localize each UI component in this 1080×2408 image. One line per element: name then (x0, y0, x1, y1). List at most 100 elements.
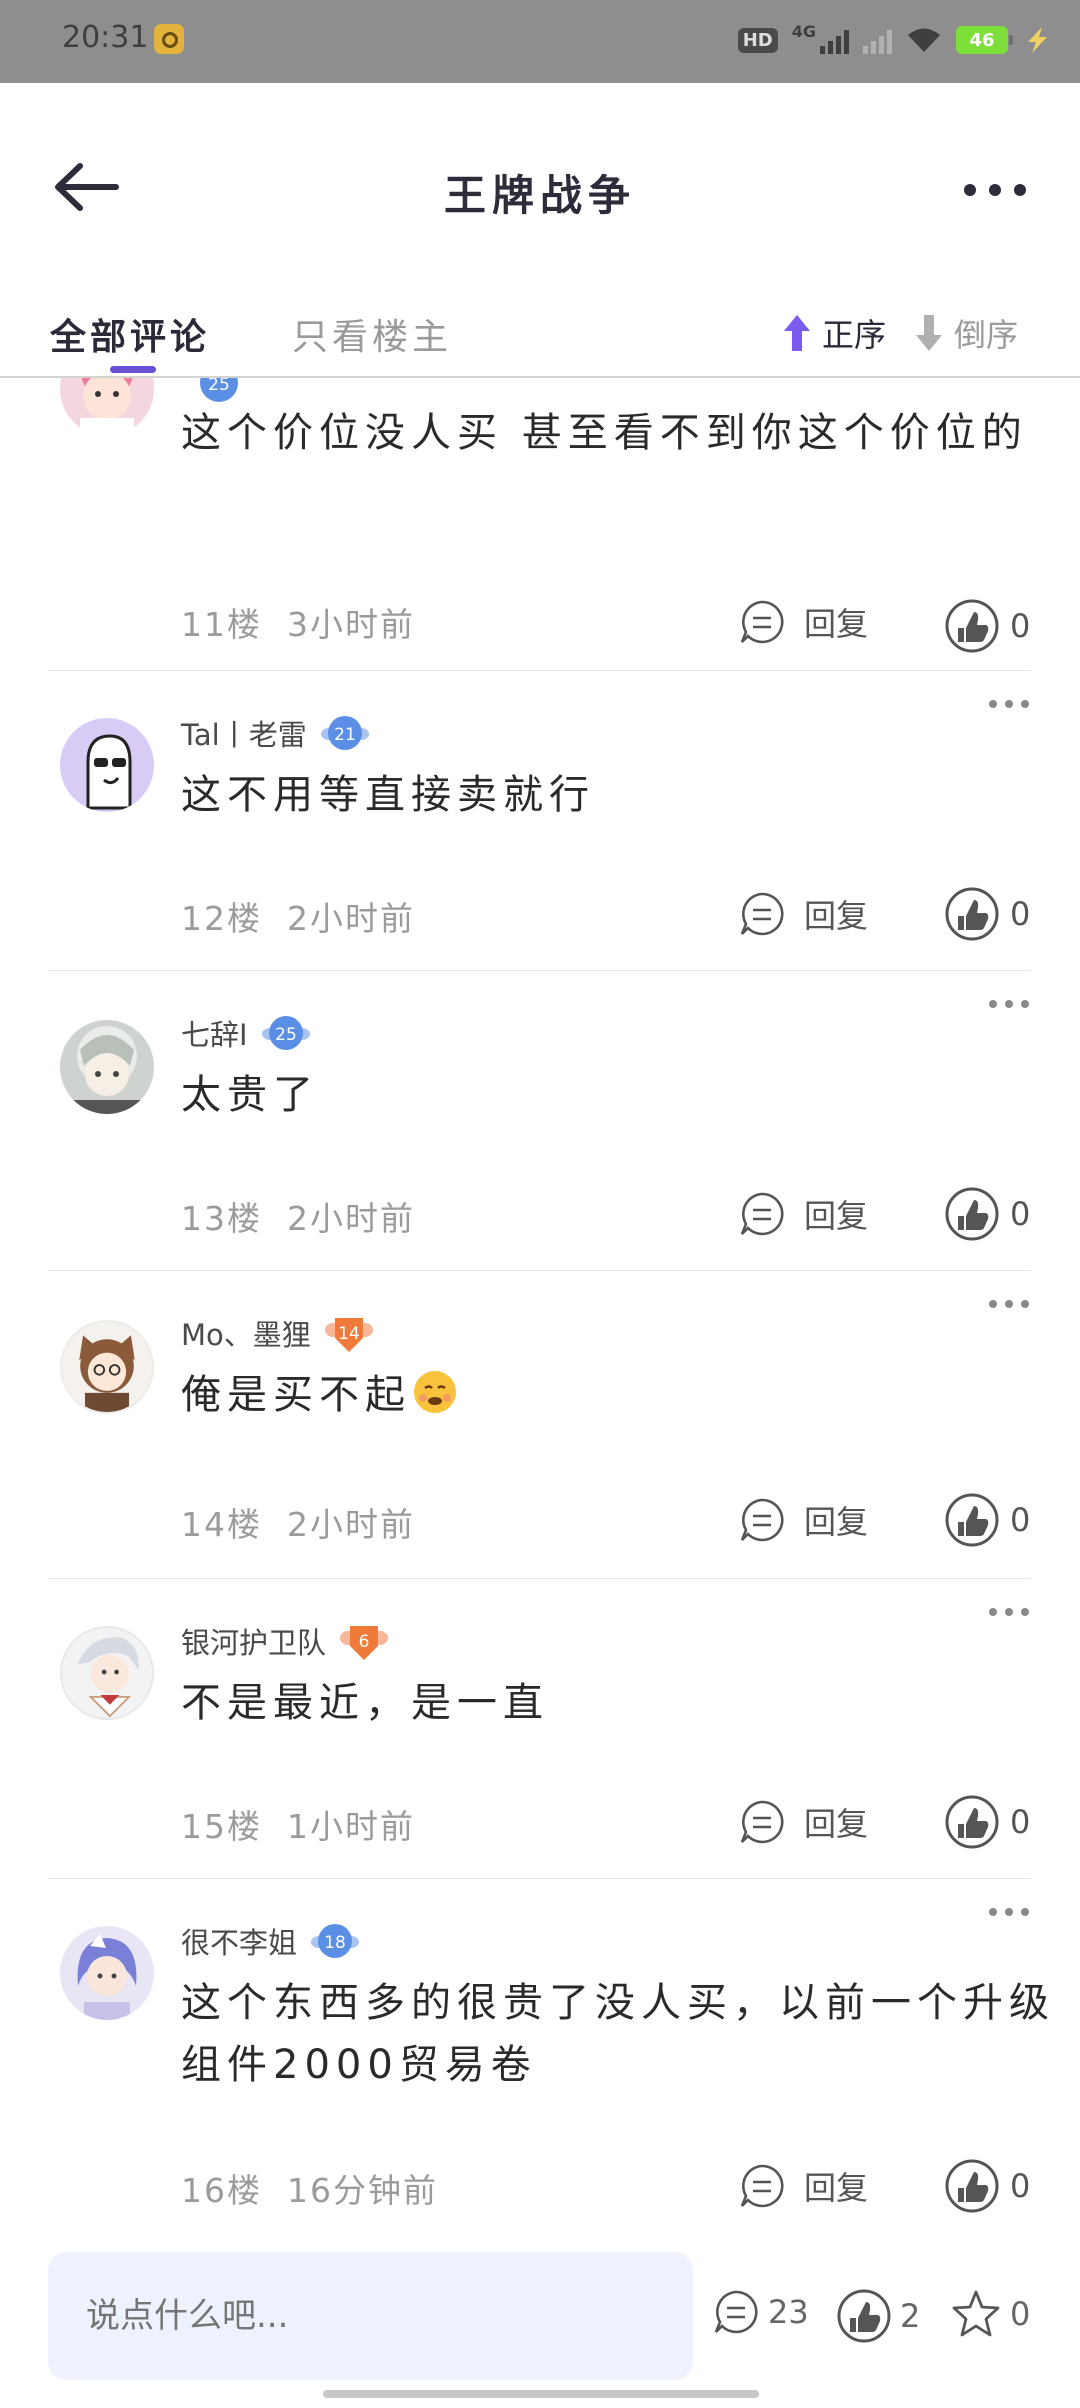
thumbs-up-icon (945, 1795, 999, 1849)
post-time: 2小时前 (286, 1505, 415, 1544)
floor-number: 13楼 (181, 1199, 262, 1238)
comment-text: 这个东西多的很贵了没人买，以前一个升级组件2000贸易卷 (181, 1980, 1055, 2088)
level-badge-icon: 6 (340, 1626, 389, 1660)
comment-more-icon[interactable] (987, 694, 1031, 714)
reply-button[interactable]: 回复 (738, 598, 868, 646)
star-icon (952, 2290, 1000, 2337)
floor-number: 14楼 (181, 1505, 262, 1544)
level-number: 21 (334, 725, 356, 745)
battery-icon: 46 (956, 26, 1013, 54)
comment-icon (714, 2290, 758, 2334)
comment-text: 不是最近，是一直 (181, 1680, 549, 1726)
post-time: 16分钟前 (286, 2171, 438, 2210)
comment-more-icon[interactable] (987, 1902, 1031, 1922)
user-avatar[interactable] (60, 1320, 154, 1414)
reply-label: 回复 (804, 1805, 869, 1843)
reply-button[interactable]: 回复 (738, 1496, 868, 1544)
like-button[interactable]: 0 (944, 886, 1030, 942)
app-notification-icon (154, 24, 184, 54)
more-horizontal-icon[interactable] (960, 170, 1030, 210)
sort-descending-button[interactable]: 倒序 (912, 310, 1018, 356)
username-row: 七辞I 25 (181, 1010, 310, 1056)
thumbs-up-icon (945, 887, 999, 941)
comment-item: 七辞I 25 太贵了 13楼 2小时前 回复 0 (48, 970, 1031, 1271)
reply-label: 回复 (804, 1197, 869, 1235)
status-time: 20:31 (62, 20, 149, 55)
like-button[interactable]: 0 (944, 1186, 1030, 1242)
comment-text: 太贵了 (181, 1072, 319, 1118)
app-header: 王牌战争 (0, 84, 1080, 234)
user-avatar[interactable] (60, 718, 154, 812)
network-type: 4G (791, 21, 816, 41)
comment-more-icon[interactable] (987, 994, 1031, 1014)
reply-button[interactable]: 回复 (738, 2162, 868, 2210)
comment-input[interactable] (48, 2252, 693, 2380)
post-time: 3小时前 (286, 605, 415, 644)
home-indicator[interactable] (323, 2390, 759, 2398)
comment-more-icon[interactable] (987, 1294, 1031, 1314)
user-avatar[interactable] (60, 378, 154, 436)
username[interactable]: 七辞I (181, 1012, 248, 1054)
comment-meta: 16楼 16分钟前 (181, 2164, 438, 2212)
signal-icon (820, 26, 849, 54)
user-avatar[interactable] (60, 1926, 154, 2020)
favorite-button[interactable]: 0 (950, 2288, 1030, 2340)
likes-count: 2 (900, 2297, 921, 2335)
thumbs-up-icon (945, 1187, 999, 1241)
level-badge-icon: 25 (261, 1016, 310, 1050)
thumbs-up-icon (945, 2159, 999, 2213)
like-button[interactable]: 0 (944, 598, 1030, 654)
comments-count: 23 (768, 2293, 809, 2331)
comment-item: 25 这个价位没人买 甚至看不到你这个价位的 11楼 3小时前 回复 0 (48, 378, 1031, 671)
username[interactable]: 很不李姐 (181, 1920, 297, 1962)
comment-text: 俺是买不起 (181, 1364, 1061, 1426)
floor-number: 12楼 (181, 899, 262, 938)
comment-meta: 11楼 3小时前 (181, 598, 415, 646)
level-number: 18 (324, 1933, 346, 1953)
emoji-icon (414, 1371, 456, 1413)
tab-all-comments[interactable]: 全部评论 (50, 308, 210, 360)
like-count: 0 (1010, 895, 1031, 933)
bottom-action-bar: 23 2 0 (0, 2248, 1080, 2408)
comment-tabs: 全部评论 只看楼主 正序 倒序 (0, 300, 1080, 378)
like-button[interactable]: 0 (944, 1492, 1030, 1548)
user-avatar[interactable] (60, 1020, 154, 1114)
reply-button[interactable]: 回复 (738, 1798, 868, 1846)
page-title: 王牌战争 (443, 171, 636, 220)
tab-owner-only[interactable]: 只看楼主 (292, 308, 452, 360)
comments-count-button[interactable]: 23 (712, 2288, 809, 2336)
arrow-down-icon (916, 315, 942, 351)
level-badge-icon: 14 (324, 1318, 373, 1352)
like-button[interactable]: 0 (944, 2158, 1030, 2214)
level-badge-icon: 18 (311, 1924, 360, 1958)
post-like-button[interactable]: 2 (836, 2288, 920, 2344)
username-row: Tal丨老雷 21 (181, 710, 369, 756)
comment-meta: 13楼 2小时前 (181, 1192, 415, 1240)
sort-ascending-label: 正序 (822, 316, 887, 354)
comment-text: 这不用等直接卖就行 (181, 772, 595, 818)
user-avatar[interactable] (60, 1626, 154, 1720)
reply-icon (740, 2164, 784, 2208)
sort-ascending-button[interactable]: 正序 (780, 310, 886, 356)
floor-number: 15楼 (181, 1807, 262, 1846)
thumbs-up-icon (945, 1493, 999, 1547)
comment-item: 银河护卫队 6 不是最近，是一直 15楼 1小时前 回复 0 (48, 1578, 1031, 1879)
username[interactable]: 银河护卫队 (181, 1620, 326, 1662)
level-number: 6 (359, 1632, 370, 1652)
comments-list: 25 这个价位没人买 甚至看不到你这个价位的 11楼 3小时前 回复 0 Tal… (0, 378, 1080, 2248)
like-button[interactable]: 0 (944, 1794, 1030, 1850)
username[interactable]: Mo、墨狸 (181, 1312, 311, 1354)
username[interactable]: Tal丨老雷 (181, 712, 307, 754)
comment-item: 很不李姐 18 这个东西多的很贵了没人买，以前一个升级组件2000贸易卷 16楼… (48, 1878, 1049, 2248)
post-time: 2小时前 (286, 1199, 415, 1238)
reply-label: 回复 (804, 1503, 869, 1541)
comment-meta: 12楼 2小时前 (181, 892, 415, 940)
thumbs-up-icon (837, 2289, 891, 2343)
reply-icon (740, 600, 784, 644)
reply-button[interactable]: 回复 (738, 890, 868, 938)
sort-descending-label: 倒序 (954, 316, 1019, 354)
comment-more-icon[interactable] (987, 1602, 1031, 1622)
reply-button[interactable]: 回复 (738, 1190, 868, 1238)
reply-icon (740, 1192, 784, 1236)
like-count: 0 (1010, 1803, 1031, 1841)
